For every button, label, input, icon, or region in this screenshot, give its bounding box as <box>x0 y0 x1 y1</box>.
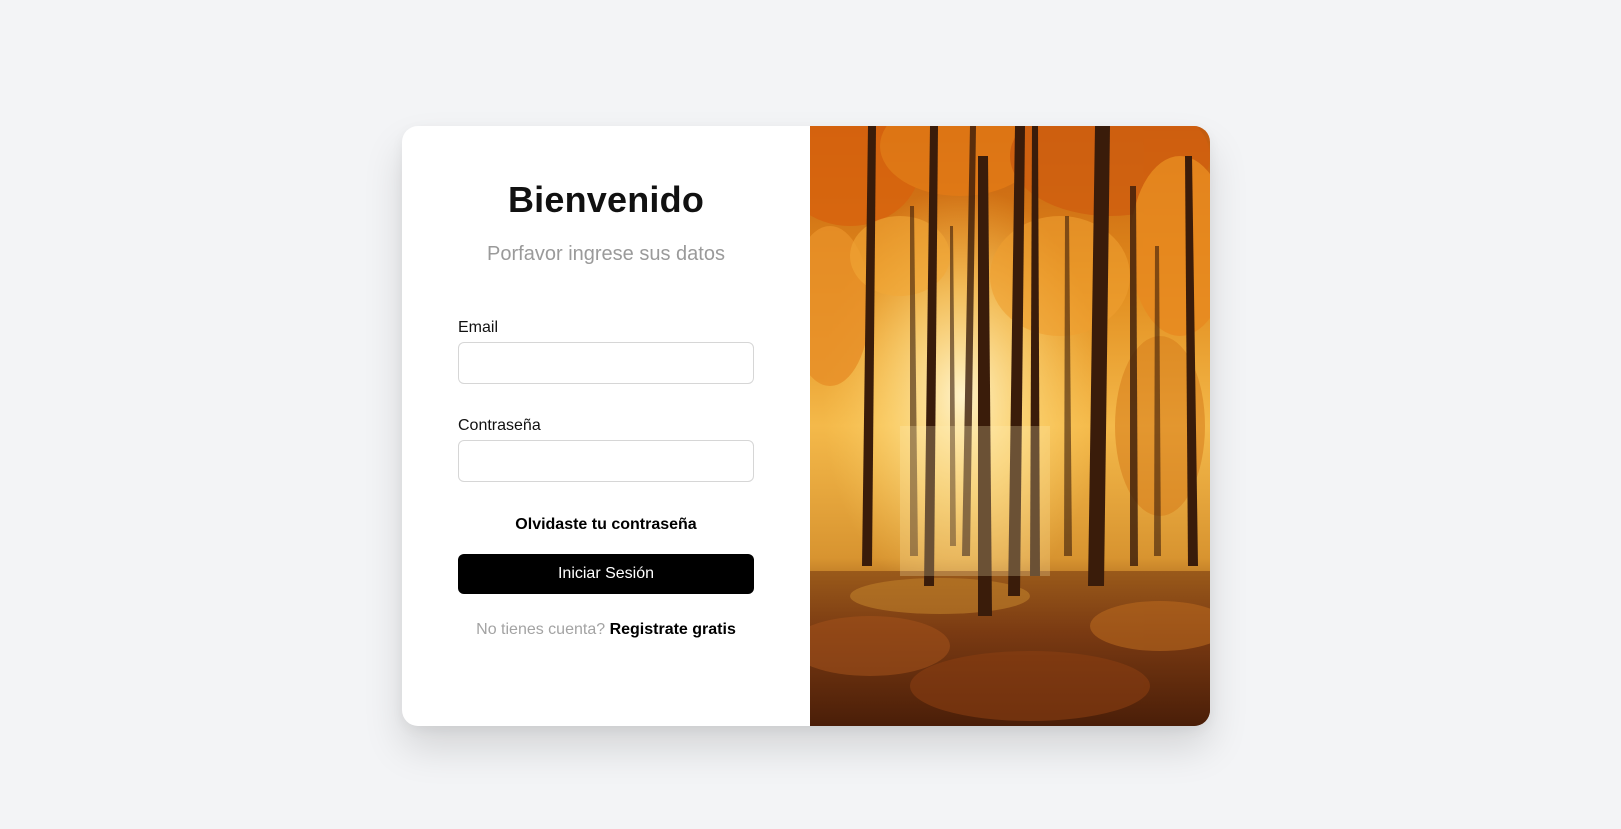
forgot-password-link[interactable]: Olvidaste tu contraseña <box>402 516 810 534</box>
email-field[interactable] <box>458 342 754 384</box>
page-title: Bienvenido <box>507 179 705 220</box>
signup-link[interactable]: Registrate gratis <box>610 621 736 638</box>
password-field[interactable] <box>458 440 754 482</box>
forest-illustration <box>810 126 1210 726</box>
login-button[interactable]: Iniciar Sesión <box>458 554 754 594</box>
page-subtitle: Porfavor ingrese sus datos <box>487 243 725 265</box>
login-card: Bienvenido Porfavor ingrese sus datos Em… <box>402 126 1210 726</box>
forest-image <box>810 126 1210 726</box>
email-label: Email <box>458 319 499 336</box>
signup-prompt: No tienes cuenta? <box>476 621 606 638</box>
signup-row: No tienes cuenta? Registrate gratis <box>402 621 810 639</box>
login-form-panel: Bienvenido Porfavor ingrese sus datos Em… <box>402 126 810 726</box>
password-label: Contraseña <box>458 417 541 434</box>
